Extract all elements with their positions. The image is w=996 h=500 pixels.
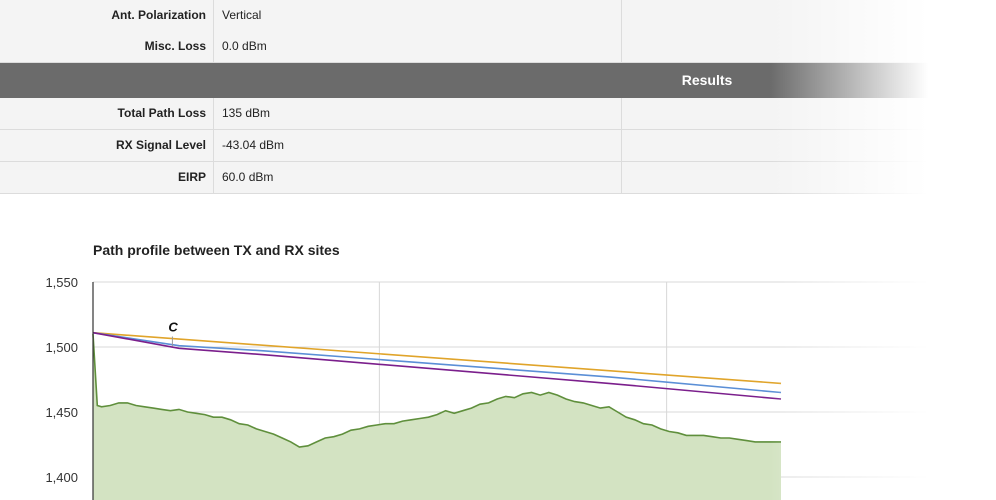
result-label: EIRP bbox=[0, 162, 214, 193]
param-label: Ant. Polarization bbox=[0, 0, 214, 31]
result-extra-cell bbox=[622, 98, 996, 129]
result-value: -43.04 dBm bbox=[214, 130, 622, 161]
y-tick-label: 1,400 bbox=[45, 470, 78, 485]
result-label: RX Signal Level bbox=[0, 130, 214, 161]
param-value: Vertical bbox=[214, 0, 622, 31]
result-extra-cell bbox=[622, 162, 996, 193]
param-extra-cell bbox=[622, 31, 996, 62]
result-label: Total Path Loss bbox=[0, 98, 214, 129]
result-value: 135 dBm bbox=[214, 98, 622, 129]
series-line-purple bbox=[92, 331, 782, 400]
y-tick-label: 1,500 bbox=[45, 340, 78, 355]
param-value: 0.0 dBm bbox=[214, 31, 622, 62]
terrain-area bbox=[93, 334, 781, 500]
chart-title: Path profile between TX and RX sites bbox=[93, 242, 340, 258]
param-row-misc-loss: Misc. Loss 0.0 dBm bbox=[0, 31, 996, 63]
path-profile-chart: 1,550 1,500 1,450 1,400 C bbox=[45, 275, 953, 500]
result-row-eirp: EIRP 60.0 dBm bbox=[0, 162, 996, 194]
results-title: Results bbox=[681, 72, 733, 88]
result-row-total-path-loss: Total Path Loss 135 dBm bbox=[0, 98, 996, 130]
series-line-orange bbox=[92, 331, 782, 385]
y-tick-label: 1,550 bbox=[45, 275, 78, 290]
annotation-label: C bbox=[168, 320, 178, 335]
param-row-polarization: Ant. Polarization Vertical bbox=[0, 0, 996, 32]
series-line-blue bbox=[92, 331, 782, 394]
result-extra-cell bbox=[622, 130, 996, 161]
y-tick-label: 1,450 bbox=[45, 405, 78, 420]
param-label: Misc. Loss bbox=[0, 31, 214, 62]
param-extra-cell bbox=[622, 0, 996, 31]
result-row-rx-signal-level: RX Signal Level -43.04 dBm bbox=[0, 130, 996, 162]
result-value: 60.0 dBm bbox=[214, 162, 622, 193]
results-header: Results bbox=[0, 63, 996, 98]
